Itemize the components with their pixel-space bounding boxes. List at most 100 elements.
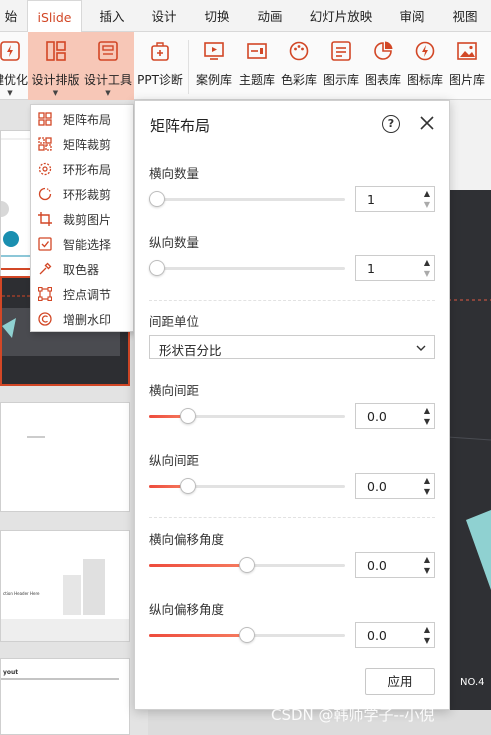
spacing-unit-label: 间距单位: [149, 314, 200, 329]
stepper-up-icon[interactable]: ▲: [424, 189, 430, 198]
stepper-up-icon[interactable]: ▲: [424, 406, 430, 415]
stepper-down-icon[interactable]: ▼: [424, 487, 430, 496]
spacing-unit-select[interactable]: 形状百分比: [149, 335, 435, 359]
tab-slideshow[interactable]: 幻灯片放映: [300, 0, 382, 32]
v-offset-label: 纵向偏移角度: [149, 602, 225, 617]
v-gap-slider[interactable]: [149, 478, 345, 494]
slider-knob[interactable]: [239, 557, 255, 573]
one-click-optimize-button[interactable]: 键优化 ▼: [0, 32, 28, 100]
tab-start[interactable]: 始: [0, 0, 22, 32]
menu-item-matrix-crop[interactable]: 矩阵裁剪: [31, 132, 133, 157]
design-tools-button[interactable]: 设计工具 ▼: [82, 32, 134, 100]
palette-icon: [289, 41, 309, 61]
menu-item-smart-select[interactable]: 智能选择: [31, 232, 133, 257]
ribbon-tab-bar: 始 iSlide 插入 设计 切换 动画 幻灯片放映 审阅 视图: [0, 0, 491, 33]
h-offset-label: 横向偏移角度: [149, 532, 225, 547]
v-count-value: 1: [367, 261, 375, 276]
tab-transition[interactable]: 切换: [191, 0, 243, 32]
h-gap-stepper[interactable]: 0.0 ▲ ▼: [355, 403, 435, 429]
ribbon: 键优化 ▼ 设计排版 ▼ 设计工具 ▼ PPT诊断 案例库 主题库 色彩库 图示…: [0, 32, 491, 100]
crop-image-icon: [38, 212, 52, 226]
stepper-down-icon[interactable]: ▼: [424, 417, 430, 426]
one-click-optimize-label: 键优化: [0, 73, 29, 87]
theme-library-label: 主题库: [238, 73, 275, 87]
color-library-button[interactable]: 色彩库: [278, 32, 320, 100]
section-divider: [149, 517, 435, 518]
slider-knob[interactable]: [180, 478, 196, 494]
h-offset-stepper[interactable]: 0.0 ▲ ▼: [355, 552, 435, 578]
icon-library-button[interactable]: 图标库: [404, 32, 446, 100]
tab-design[interactable]: 设计: [139, 0, 189, 32]
menu-item-label: 环形布局: [63, 163, 112, 177]
stepper-up-icon[interactable]: ▲: [424, 258, 430, 267]
theme-library-button[interactable]: 主题库: [236, 32, 278, 100]
stepper-up-icon[interactable]: ▲: [424, 625, 430, 634]
menu-item-label: 取色器: [63, 263, 100, 277]
picture-library-label: 图片库: [448, 73, 485, 87]
icon-library-label: 图标库: [406, 73, 443, 87]
slide-thumb-3[interactable]: [0, 402, 130, 512]
slide-thumb-5-art: [1, 678, 119, 680]
menu-item-eyedropper[interactable]: 取色器: [31, 257, 133, 282]
icon-library-icon: [415, 41, 435, 61]
stepper-up-icon[interactable]: ▲: [424, 476, 430, 485]
menu-item-label: 增删水印: [63, 313, 112, 327]
close-icon[interactable]: [417, 113, 437, 133]
color-library-label: 色彩库: [280, 73, 317, 87]
tools-icon: [98, 41, 118, 61]
case-library-button[interactable]: 案例库: [193, 32, 235, 100]
eyedropper-icon: [39, 262, 52, 275]
slider-fill: [149, 564, 247, 567]
stepper-down-icon[interactable]: ▼: [424, 566, 430, 575]
matrix-crop-icon: [38, 137, 52, 151]
menu-item-ring-layout[interactable]: 环形布局: [31, 157, 133, 182]
slide-thumb-4[interactable]: ction Header Here: [0, 530, 130, 642]
diagram-library-label: 图示库: [322, 73, 359, 87]
ring-layout-icon: [38, 162, 52, 176]
menu-item-label: 裁剪图片: [63, 213, 112, 227]
tab-review[interactable]: 审阅: [387, 0, 437, 32]
v-count-label: 纵向数量: [149, 235, 200, 250]
section-divider: [149, 300, 435, 301]
apply-button[interactable]: 应用: [365, 668, 435, 695]
menu-item-watermark[interactable]: 增删水印: [31, 307, 133, 332]
chevron-down-icon: ▼: [52, 89, 59, 97]
chart-library-label: 图表库: [364, 73, 401, 87]
design-layout-button[interactable]: 设计排版 ▼: [29, 32, 82, 100]
h-offset-slider[interactable]: [149, 557, 345, 573]
v-count-slider[interactable]: [149, 260, 345, 276]
tab-view[interactable]: 视图: [440, 0, 490, 32]
stepper-down-icon[interactable]: ▼: [424, 269, 430, 278]
menu-item-crop-image[interactable]: 裁剪图片: [31, 207, 133, 232]
slider-knob[interactable]: [239, 627, 255, 643]
csdn-watermark: CSDN @韩师学子--小倪: [271, 706, 435, 724]
tab-insert[interactable]: 插入: [87, 0, 137, 32]
chart-library-button[interactable]: 图表库: [362, 32, 404, 100]
v-offset-slider[interactable]: [149, 627, 345, 643]
ring-crop-icon: [38, 187, 52, 201]
menu-item-ring-crop[interactable]: 环形裁剪: [31, 182, 133, 207]
picture-library-button[interactable]: 图片库: [446, 32, 488, 100]
menu-item-matrix-layout[interactable]: 矩阵布局: [31, 107, 133, 132]
diagram-library-button[interactable]: 图示库: [320, 32, 362, 100]
stepper-down-icon[interactable]: ▼: [424, 636, 430, 645]
handle-adjust-icon: [38, 287, 52, 301]
h-gap-slider[interactable]: [149, 408, 345, 424]
v-offset-stepper[interactable]: 0.0 ▲ ▼: [355, 622, 435, 648]
stepper-up-icon[interactable]: ▲: [424, 555, 430, 564]
tab-islide[interactable]: iSlide: [27, 0, 82, 33]
v-count-stepper[interactable]: 1 ▲ ▼: [355, 255, 435, 281]
slider-knob[interactable]: [149, 191, 165, 207]
case-library-label: 案例库: [195, 73, 232, 87]
ppt-diagnose-button[interactable]: PPT诊断: [135, 32, 185, 100]
slider-knob[interactable]: [149, 260, 165, 276]
menu-item-handle-adjust[interactable]: 控点调节: [31, 282, 133, 307]
h-count-stepper[interactable]: 1 ▲ ▼: [355, 186, 435, 212]
slide-thumb-5[interactable]: yout: [0, 658, 130, 735]
stepper-down-icon[interactable]: ▼: [424, 200, 430, 209]
slider-knob[interactable]: [180, 408, 196, 424]
h-count-slider[interactable]: [149, 191, 345, 207]
tab-animation[interactable]: 动画: [244, 0, 296, 32]
v-gap-stepper[interactable]: 0.0 ▲ ▼: [355, 473, 435, 499]
help-icon[interactable]: ?: [382, 115, 400, 133]
